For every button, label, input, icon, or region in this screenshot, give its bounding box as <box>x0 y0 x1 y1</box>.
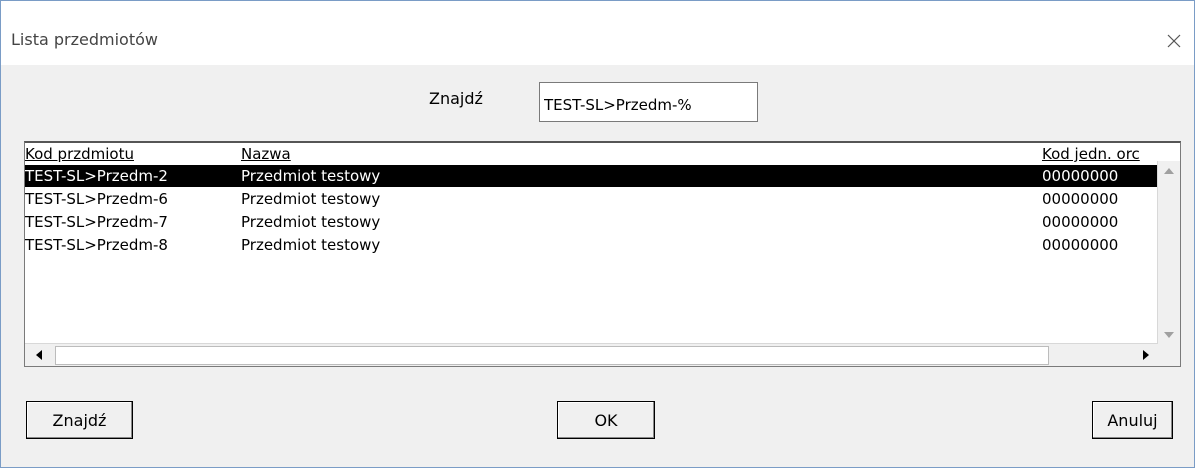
window-title: Lista przedmiotów <box>11 30 158 49</box>
arrow-left-icon <box>36 350 42 360</box>
cancel-button[interactable]: Anuluj <box>1092 401 1173 439</box>
row-unit: 00000000 <box>1042 236 1119 254</box>
scroll-thumb[interactable] <box>55 346 1049 365</box>
column-header-name[interactable]: Nazwa <box>241 145 291 163</box>
row-unit: 00000000 <box>1042 213 1119 231</box>
ok-button[interactable]: OK <box>557 401 655 439</box>
row-name: Przedmiot testowy <box>241 236 381 254</box>
title-bar: Lista przedmiotów <box>1 1 1194 65</box>
row-name: Przedmiot testowy <box>241 190 381 208</box>
row-code: TEST-SL>Przedm-2 <box>25 167 168 185</box>
row-unit: 00000000 <box>1042 167 1119 185</box>
column-header-code[interactable]: Kod przdmiotu <box>25 145 134 163</box>
scrollbar-corner <box>1158 344 1180 366</box>
column-header-unit[interactable]: Kod jedn. orc <box>1042 145 1140 163</box>
row-unit: 00000000 <box>1042 190 1119 208</box>
row-name: Przedmiot testowy <box>241 213 381 231</box>
search-input[interactable] <box>539 82 758 122</box>
subjects-list[interactable]: Kod przdmiotu Nazwa Kod jedn. orc TEST-S… <box>24 141 1181 367</box>
search-label: Znajdź <box>429 89 483 108</box>
find-button[interactable]: Znajdź <box>26 401 133 439</box>
row-code: TEST-SL>Przedm-8 <box>25 236 168 254</box>
dialog-window: Lista przedmiotów Znajdź Kod przdmiotu N… <box>0 0 1195 468</box>
scroll-down-button[interactable] <box>1159 325 1179 345</box>
scroll-right-button[interactable] <box>1136 345 1156 365</box>
vertical-scrollbar[interactable] <box>1157 161 1180 345</box>
close-button[interactable] <box>1154 24 1194 58</box>
table-row[interactable]: TEST-SL>Przedm-7 Przedmiot testowy 00000… <box>25 211 1158 233</box>
close-icon <box>1167 34 1181 48</box>
table-row[interactable]: TEST-SL>Przedm-2 Przedmiot testowy 00000… <box>25 165 1158 187</box>
arrow-up-icon <box>1164 168 1174 174</box>
arrow-right-icon <box>1143 350 1149 360</box>
list-header: Kod przdmiotu Nazwa Kod jedn. orc <box>25 144 1158 164</box>
horizontal-scrollbar[interactable] <box>25 343 1158 366</box>
row-code: TEST-SL>Przedm-7 <box>25 213 168 231</box>
table-row[interactable]: TEST-SL>Przedm-8 Przedmiot testowy 00000… <box>25 234 1158 256</box>
row-name: Przedmiot testowy <box>241 167 381 185</box>
table-row[interactable]: TEST-SL>Przedm-6 Przedmiot testowy 00000… <box>25 188 1158 210</box>
arrow-down-icon <box>1164 332 1174 338</box>
scroll-left-button[interactable] <box>29 345 49 365</box>
scroll-up-button[interactable] <box>1159 161 1179 181</box>
row-code: TEST-SL>Przedm-6 <box>25 190 168 208</box>
